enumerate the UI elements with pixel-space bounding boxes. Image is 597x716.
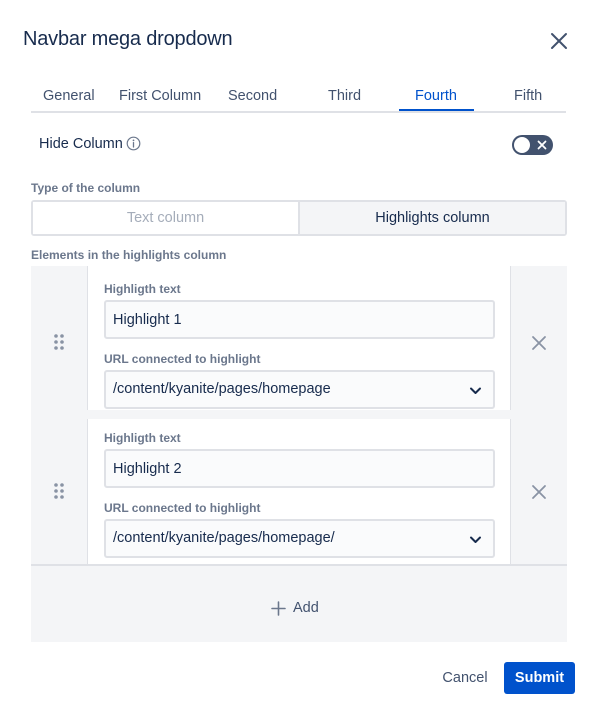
tab-general[interactable]: General bbox=[43, 88, 95, 104]
add-highlight-button[interactable]: Add bbox=[271, 598, 319, 618]
chevron-down-icon bbox=[470, 387, 481, 394]
tab-first-column[interactable]: First Column bbox=[119, 88, 201, 104]
list-divider bbox=[31, 564, 567, 566]
text-column-option[interactable]: Text column bbox=[33, 202, 300, 234]
tab-third[interactable]: Third bbox=[328, 88, 361, 104]
tab-fifth[interactable]: Fifth bbox=[514, 88, 542, 104]
highlight-item: Highligth text URL connected to highligh… bbox=[87, 419, 511, 564]
toggle-knob bbox=[514, 137, 530, 153]
cross-icon bbox=[537, 140, 547, 150]
info-icon[interactable] bbox=[126, 136, 141, 151]
remove-highlight-icon[interactable] bbox=[528, 481, 550, 503]
hide-column-label: Hide Column bbox=[39, 136, 123, 152]
submit-button[interactable]: Submit bbox=[504, 662, 575, 694]
highlight-text-input[interactable] bbox=[104, 300, 495, 339]
highlight-url-label: URL connected to highlight bbox=[104, 352, 261, 366]
close-icon[interactable] bbox=[546, 28, 572, 54]
drag-handle-icon[interactable] bbox=[53, 482, 65, 500]
highlight-item: Highligth text URL connected to highligh… bbox=[87, 266, 511, 410]
highlight-text-label: Highligth text bbox=[104, 431, 181, 445]
highlight-url-select[interactable]: /content/kyanite/pages/homepage/ bbox=[104, 519, 495, 558]
add-label: Add bbox=[293, 600, 319, 616]
highlights-section-label: Elements in the highlights column bbox=[31, 248, 227, 262]
tab-fourth[interactable]: Fourth bbox=[415, 88, 457, 104]
active-tab-indicator bbox=[399, 109, 474, 111]
highlight-text-input[interactable] bbox=[104, 449, 495, 488]
highlights-column-option[interactable]: Highlights column bbox=[300, 202, 565, 234]
highlight-url-label: URL connected to highlight bbox=[104, 501, 261, 515]
highlight-url-value: /content/kyanite/pages/homepage bbox=[113, 381, 331, 397]
column-type-selector: Text column Highlights column bbox=[31, 200, 567, 236]
tab-bar: General First Column Second Third Fourth… bbox=[31, 84, 566, 113]
column-type-label: Type of the column bbox=[31, 181, 141, 195]
drag-handle-icon[interactable] bbox=[53, 333, 65, 351]
highlight-url-value: /content/kyanite/pages/homepage/ bbox=[113, 530, 335, 546]
chevron-down-icon bbox=[470, 536, 481, 543]
hide-column-toggle[interactable] bbox=[512, 135, 553, 155]
highlight-text-label: Highligth text bbox=[104, 282, 181, 296]
plus-icon bbox=[271, 600, 286, 616]
tab-second[interactable]: Second bbox=[228, 88, 277, 104]
cancel-button[interactable]: Cancel bbox=[431, 662, 499, 694]
remove-highlight-icon[interactable] bbox=[528, 332, 550, 354]
dialog-title: Navbar mega dropdown bbox=[23, 28, 233, 50]
highlights-list: Highligth text URL connected to highligh… bbox=[31, 266, 567, 642]
highlight-url-select[interactable]: /content/kyanite/pages/homepage bbox=[104, 370, 495, 409]
